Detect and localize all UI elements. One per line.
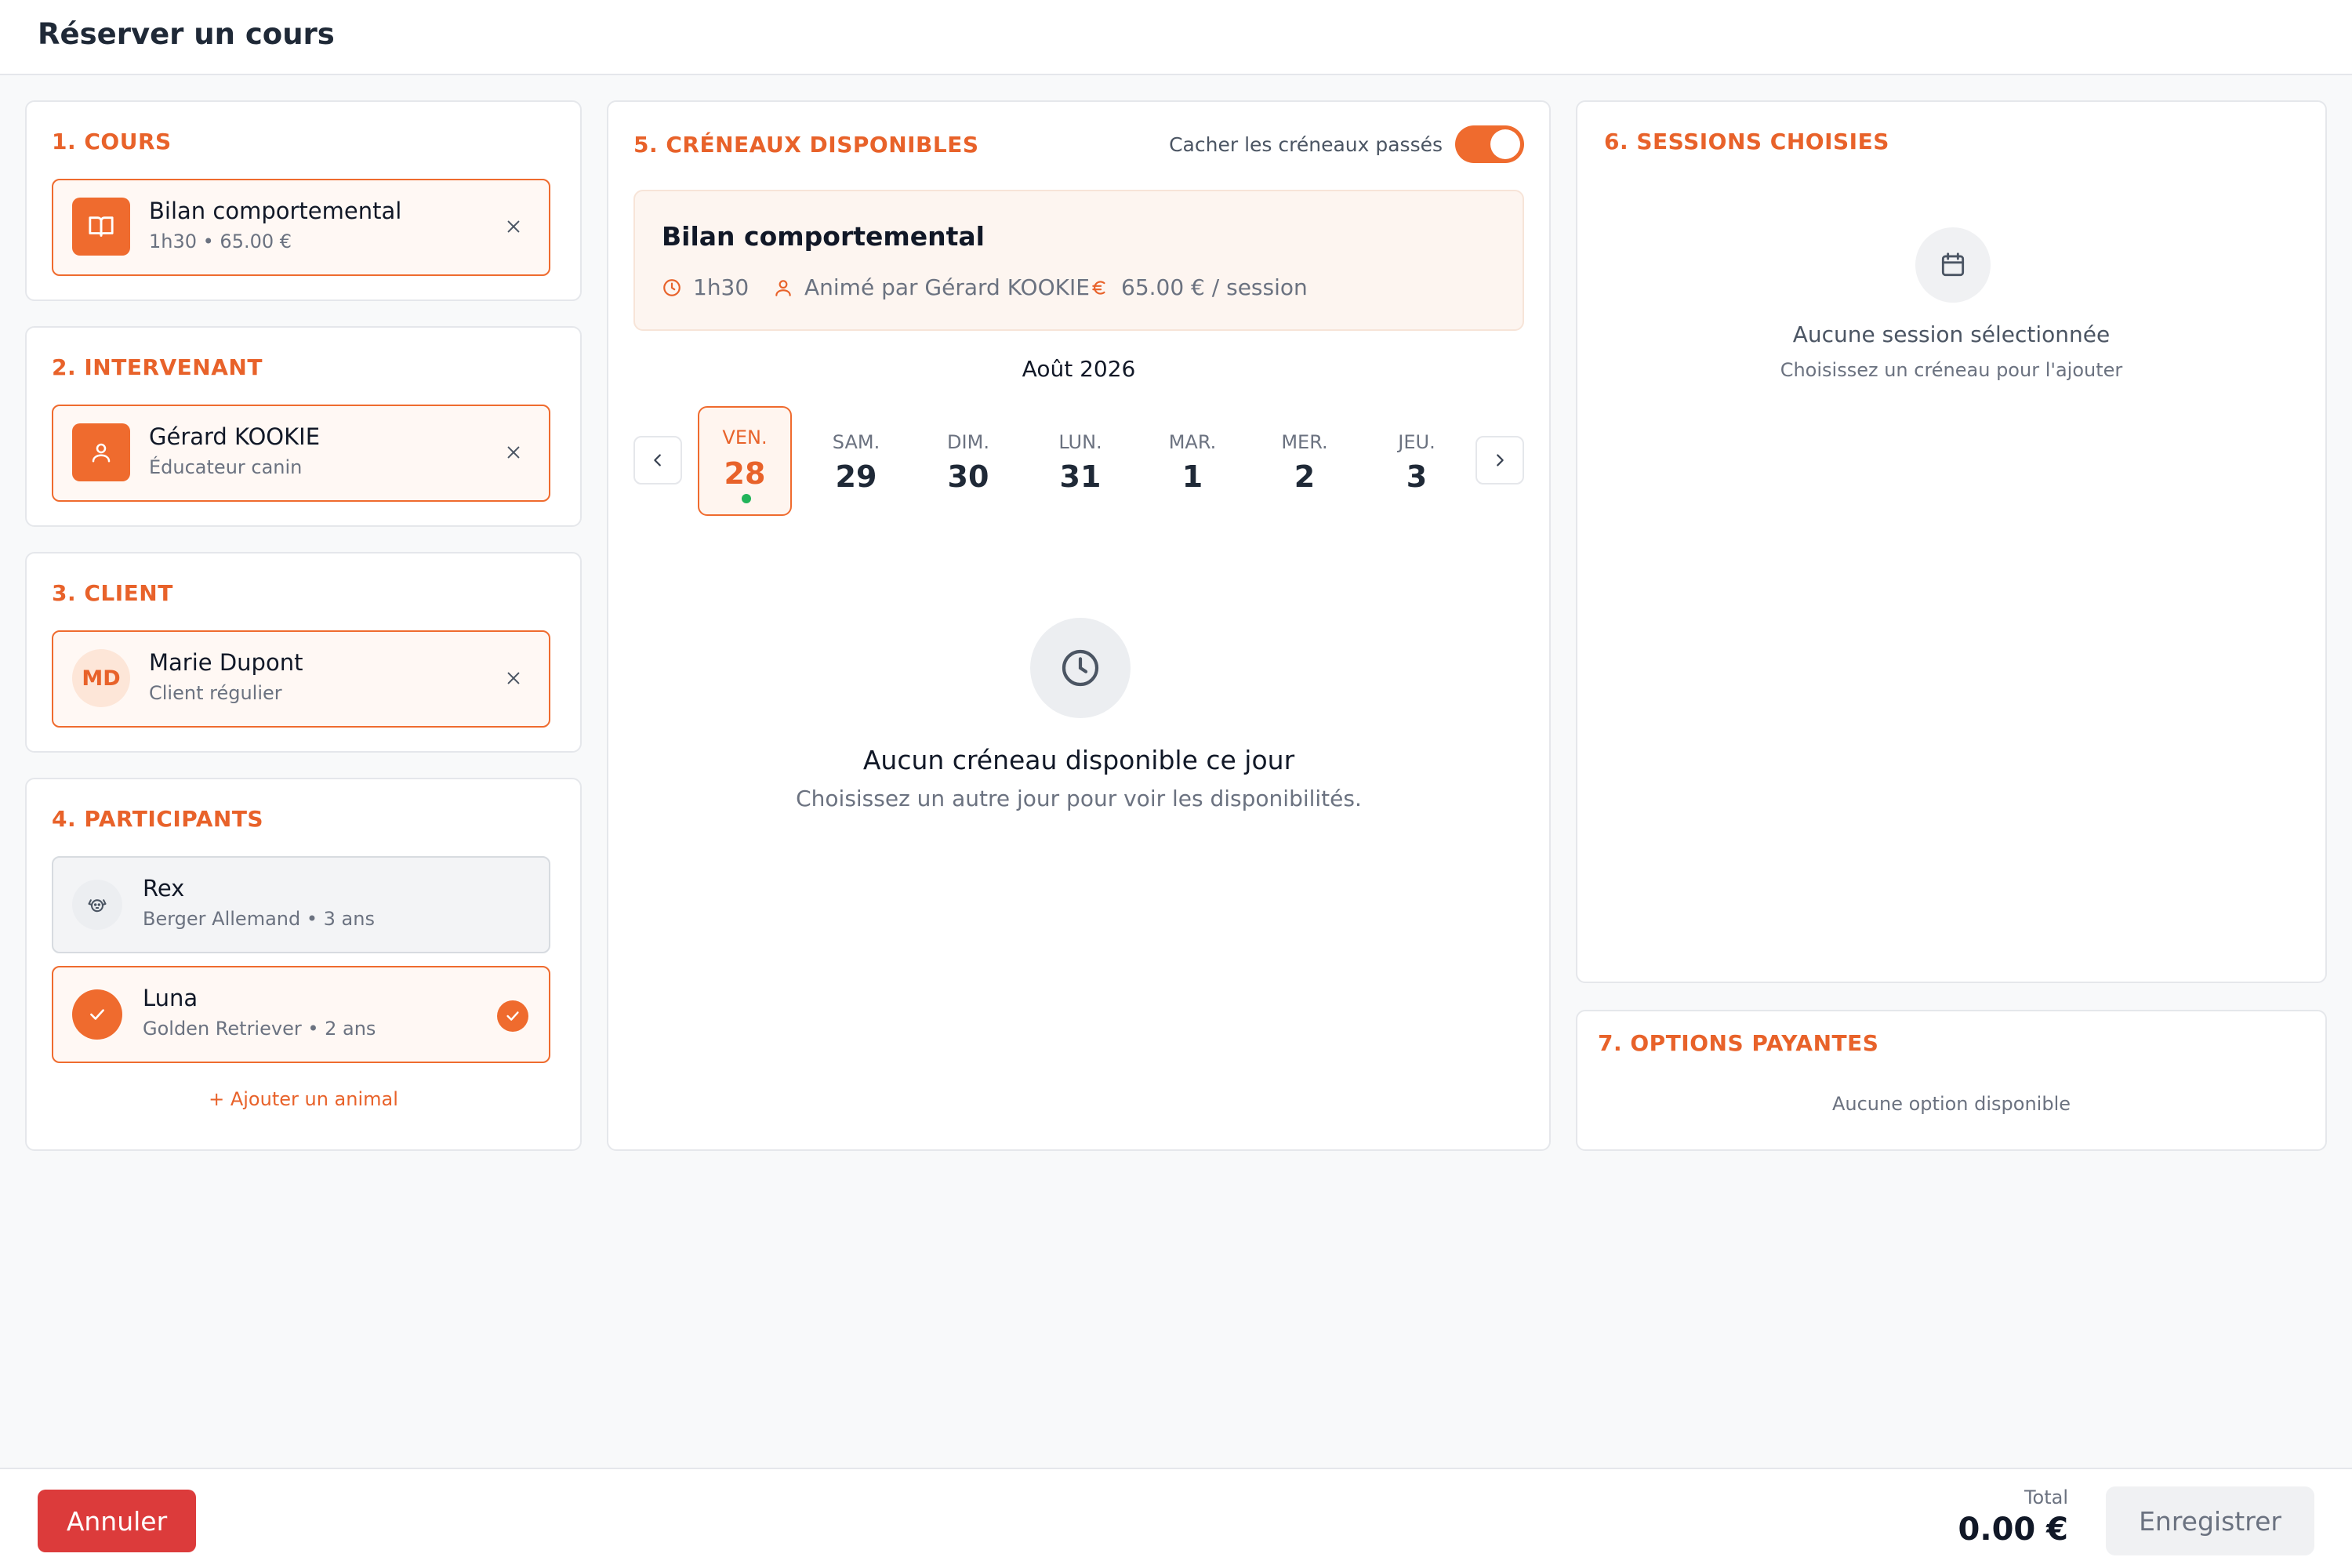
euro-icon xyxy=(1092,280,1105,295)
day-number: 28 xyxy=(724,456,766,491)
empty-sessions-title: Aucune session sélectionnée xyxy=(1792,321,2111,347)
course-price: 65.00 € / session xyxy=(1121,274,1308,300)
day-number: 1 xyxy=(1181,459,1203,494)
sessions-card: 6. SESSIONS CHOISIES Aucune session séle… xyxy=(1576,100,2327,983)
hide-past-toggle[interactable] xyxy=(1455,125,1524,163)
day-number: 29 xyxy=(835,459,877,494)
check-icon xyxy=(72,989,122,1040)
participant-name: Rex xyxy=(143,875,185,902)
day-name: VEN. xyxy=(722,426,768,448)
day-number: 3 xyxy=(1406,459,1428,494)
clock-icon xyxy=(663,278,681,296)
save-button[interactable]: Enregistrer xyxy=(2106,1486,2314,1555)
course-summary-name: Bilan comportemental xyxy=(662,221,985,252)
day-name: MAR. xyxy=(1168,431,1217,453)
day-name: SAM. xyxy=(832,431,880,453)
cancel-button[interactable]: Annuler xyxy=(38,1490,196,1552)
day-name: JEU. xyxy=(1398,431,1436,453)
participants-card: 4. PARTICIPANTS Rex Berger Allemand • 3 … xyxy=(25,778,582,1151)
user-icon xyxy=(72,423,130,481)
cours-name: Bilan comportemental xyxy=(149,198,402,224)
day-cell[interactable]: JEU. 3 xyxy=(1370,406,1464,516)
header-bar: Réserver un cours xyxy=(0,0,2352,75)
day-cell[interactable]: VEN. 28 xyxy=(698,406,792,516)
chevron-right-icon xyxy=(1497,454,1504,466)
intervenant-card: 2. INTERVENANT Gérard KOOKIE Éducateur c… xyxy=(25,326,582,527)
dog-icon xyxy=(72,880,122,930)
footer-bar: Annuler Total 0.00 € Enregistrer xyxy=(0,1468,2352,1568)
intervenant-name: Gérard KOOKIE xyxy=(149,423,321,450)
close-icon[interactable] xyxy=(502,441,525,464)
close-icon[interactable] xyxy=(502,215,525,238)
empty-slots-subtitle: Choisissez un autre jour pour voir les d… xyxy=(796,786,1362,811)
total-value: 0.00 € xyxy=(1958,1512,2068,1548)
client-card: 3. CLIENT MD Marie Dupont Client régulie… xyxy=(25,552,582,753)
day-number: 2 xyxy=(1294,459,1316,494)
client-name: Marie Dupont xyxy=(149,649,303,676)
day-number: 31 xyxy=(1059,459,1102,494)
course-duration: 1h30 xyxy=(693,274,750,300)
next-days-button[interactable] xyxy=(1475,436,1524,485)
close-icon[interactable] xyxy=(502,666,525,690)
options-empty-text: Aucune option disponible xyxy=(1831,1093,2071,1115)
prev-days-button[interactable] xyxy=(633,436,682,485)
participant-name: Luna xyxy=(143,985,198,1011)
participant-details: Berger Allemand • 3 ans xyxy=(143,908,375,930)
options-section-title: 7. OPTIONS PAYANTES xyxy=(1598,1030,1879,1056)
selected-check-icon[interactable] xyxy=(497,1000,528,1032)
avatar: MD xyxy=(72,649,130,707)
toggle-knob xyxy=(1490,129,1520,159)
cours-selection[interactable]: Bilan comportemental 1h30 • 65.00 € xyxy=(52,179,550,276)
clock-icon xyxy=(1062,649,1099,687)
cours-card: 1. COURS Bilan comportemental 1h30 • 65.… xyxy=(25,100,582,301)
client-selection[interactable]: MD Marie Dupont Client régulier xyxy=(52,630,550,728)
day-cell[interactable]: MAR. 1 xyxy=(1145,406,1240,516)
day-cell[interactable]: MER. 2 xyxy=(1258,406,1352,516)
empty-slots-illustration xyxy=(1030,618,1131,718)
creneaux-card: 5. CRÉNEAUX DISPONIBLES Cacher les créne… xyxy=(607,100,1551,1151)
sessions-section-title: 6. SESSIONS CHOISIES xyxy=(1604,129,1889,154)
participant-details: Golden Retriever • 2 ans xyxy=(143,1018,376,1040)
user-icon xyxy=(775,279,791,296)
page-title: Réserver un cours xyxy=(38,17,335,51)
chevron-left-icon xyxy=(654,454,661,466)
total-label: Total xyxy=(2024,1486,2068,1508)
add-animal-link[interactable]: + Ajouter un animal xyxy=(27,1088,580,1110)
calendar-month: Août 2026 xyxy=(1022,356,1136,382)
options-card: 7. OPTIONS PAYANTES Aucune option dispon… xyxy=(1576,1010,2327,1151)
empty-slots-title: Aucun créneau disponible ce jour xyxy=(862,745,1295,775)
participant-item[interactable]: Luna Golden Retriever • 2 ans xyxy=(52,966,550,1063)
hide-past-label: Cacher les créneaux passés xyxy=(1169,133,1443,156)
availability-dot xyxy=(742,494,751,503)
day-number: 30 xyxy=(947,459,989,494)
day-name: MER. xyxy=(1281,431,1328,453)
day-cell[interactable]: LUN. 31 xyxy=(1033,406,1127,516)
client-section-title: 3. CLIENT xyxy=(52,580,173,606)
day-name: LUN. xyxy=(1058,431,1102,453)
course-animator: Animé par Gérard KOOKIE xyxy=(804,274,1090,300)
empty-sessions-subtitle: Choisissez un créneau pour l'ajouter xyxy=(1780,359,2123,381)
day-cell[interactable]: DIM. 30 xyxy=(921,406,1015,516)
empty-sessions-illustration xyxy=(1915,227,1991,303)
intervenant-selection[interactable]: Gérard KOOKIE Éducateur canin xyxy=(52,405,550,502)
intervenant-section-title: 2. INTERVENANT xyxy=(52,354,263,380)
animator-meta: Animé par Gérard KOOKIE xyxy=(773,274,1090,300)
duration-meta: 1h30 xyxy=(662,274,749,300)
day-name: DIM. xyxy=(947,431,989,453)
day-cell[interactable]: SAM. 29 xyxy=(809,406,903,516)
book-icon xyxy=(72,198,130,256)
calendar-icon xyxy=(1941,252,1965,277)
cours-section-title: 1. COURS xyxy=(52,129,172,154)
creneaux-section-title: 5. CRÉNEAUX DISPONIBLES xyxy=(633,132,979,158)
cours-details: 1h30 • 65.00 € xyxy=(149,230,292,252)
participants-section-title: 4. PARTICIPANTS xyxy=(52,806,264,832)
participant-item[interactable]: Rex Berger Allemand • 3 ans xyxy=(52,856,550,953)
course-summary: Bilan comportemental 1h30 Animé par Géra… xyxy=(633,190,1524,331)
client-status: Client régulier xyxy=(149,682,282,704)
price-meta: 65.00 € / session xyxy=(1090,274,1308,300)
intervenant-role: Éducateur canin xyxy=(149,456,303,478)
